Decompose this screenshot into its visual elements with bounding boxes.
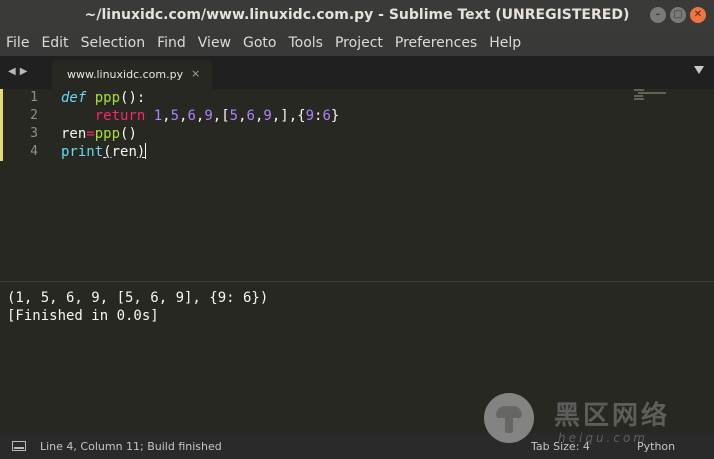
operator: =	[86, 126, 95, 142]
code-line: print(ren)	[61, 143, 147, 161]
maximize-icon[interactable]: □	[670, 7, 686, 23]
tab-bar: ◀▶ www.linuxidc.com.py ×	[0, 56, 714, 89]
menu-find[interactable]: Find	[151, 31, 192, 56]
number: 5	[170, 108, 180, 124]
code-line: ren=ppp()	[61, 125, 137, 143]
tab-close-icon[interactable]: ×	[191, 67, 200, 80]
number: 6	[187, 108, 196, 124]
window-title: ~/linuxidc.com/www.linuxidc.com.py - Sub…	[84, 7, 630, 23]
code-text: ,[	[212, 108, 230, 124]
line-number: 3	[30, 126, 38, 141]
menu-project[interactable]: Project	[329, 31, 389, 56]
output-line: [Finished in 0.0s]	[7, 308, 159, 324]
tab-file[interactable]: www.linuxidc.com.py ×	[52, 60, 212, 89]
window-controls: – □ ✕	[650, 7, 706, 23]
code-line: def ppp():	[61, 89, 145, 107]
code-text: ():	[120, 90, 146, 106]
menu-preferences[interactable]: Preferences	[389, 31, 483, 56]
code-text: }	[330, 108, 340, 124]
function-call: ppp	[94, 126, 121, 142]
sublime-window: ~/linuxidc.com/www.linuxidc.com.py - Sub…	[0, 0, 714, 459]
menu-goto[interactable]: Goto	[237, 31, 282, 56]
chevron-right-icon[interactable]: ▶	[20, 66, 32, 77]
number: 9	[263, 108, 272, 124]
builtin-function: print	[61, 144, 104, 160]
menu-bar: File Edit Selection Find View Goto Tools…	[0, 31, 714, 56]
code-text: ,	[238, 108, 247, 124]
chevron-left-icon[interactable]: ◀	[8, 66, 20, 77]
title-bar: ~/linuxidc.com/www.linuxidc.com.py - Sub…	[0, 0, 714, 31]
minimap-line	[634, 89, 644, 91]
number: 5	[229, 108, 239, 124]
code-text: ()	[120, 126, 137, 142]
status-position: Line 4, Column 11; Build finished	[40, 440, 222, 453]
watermark: 黑区网络 heiqu.com	[484, 393, 714, 453]
minimap[interactable]	[634, 89, 670, 101]
menu-tools[interactable]: Tools	[282, 31, 329, 56]
variable: ren	[61, 126, 87, 142]
tab-label[interactable]: www.linuxidc.com.py	[67, 68, 183, 81]
code-editor[interactable]: 1 2 3 4 def ppp(): return 1,5,6,9,[5,6,9…	[0, 89, 714, 279]
text-cursor	[145, 143, 147, 159]
menu-selection[interactable]: Selection	[75, 31, 152, 56]
minimize-icon[interactable]: –	[650, 7, 666, 23]
minimap-line	[634, 95, 643, 97]
number: 9	[204, 108, 213, 124]
variable: ren	[111, 144, 137, 160]
minimap-line	[638, 92, 666, 94]
number: 6	[322, 108, 331, 124]
menu-view[interactable]: View	[192, 31, 237, 56]
number: 1	[153, 108, 163, 124]
tab-nav-arrows[interactable]: ◀▶	[8, 66, 31, 77]
menu-edit[interactable]: Edit	[35, 31, 74, 56]
mushroom-logo-icon	[484, 393, 534, 443]
line-number: 1	[30, 90, 38, 105]
output-line: (1, 5, 6, 9, [5, 6, 9], {9: 6})	[7, 290, 269, 306]
watermark-subtext: heiqu.com	[558, 431, 648, 445]
code-text: ,],{	[271, 108, 306, 124]
number: 9	[305, 108, 314, 124]
keyword: return	[94, 108, 146, 124]
close-icon[interactable]: ✕	[690, 7, 706, 23]
matched-paren: )	[136, 144, 146, 160]
number: 6	[246, 108, 255, 124]
line-number: 4	[30, 144, 38, 159]
minimap-line	[634, 98, 644, 100]
chevron-down-icon[interactable]	[694, 66, 704, 74]
line-number: 2	[30, 108, 38, 123]
menu-file[interactable]: File	[0, 31, 35, 56]
watermark-text: 黑区网络	[554, 401, 671, 431]
code-line: return 1,5,6,9,[5,6,9,],{9:6}	[61, 107, 340, 125]
function-name: ppp	[94, 90, 121, 106]
line-gutter: 1 2 3 4	[0, 89, 58, 279]
keyword: def	[61, 90, 87, 106]
panel-toggle-icon[interactable]	[12, 441, 26, 451]
matched-paren: (	[103, 144, 112, 160]
code-text: ,	[162, 108, 171, 124]
menu-help[interactable]: Help	[483, 31, 527, 56]
